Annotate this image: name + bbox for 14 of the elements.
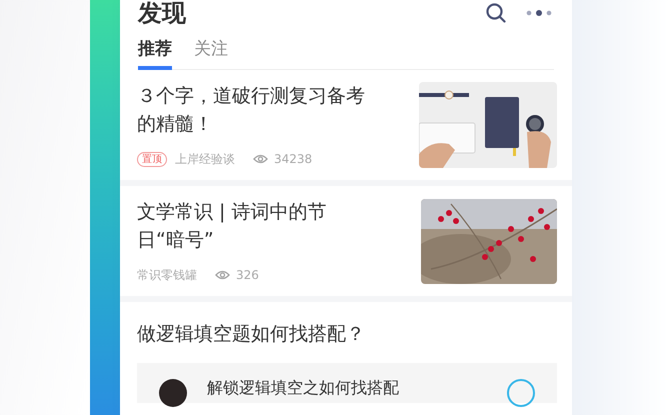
article-title[interactable]: 文学常识 | 诗词中的节日“暗号” [137, 198, 342, 254]
eye-icon [215, 270, 230, 280]
question-title[interactable]: 做逻辑填空题如何找搭配？ [137, 320, 557, 348]
view-count: 34238 [274, 151, 312, 168]
answer-title: 解锁逻辑填空之如何找搭配 [207, 379, 400, 397]
pinned-badge: 置顶 [137, 152, 167, 166]
view-count: 326 [236, 267, 259, 284]
avatar [159, 379, 187, 407]
search-icon[interactable] [486, 3, 506, 23]
tab[interactable]: 推荐 [138, 38, 172, 70]
more-icon[interactable] [526, 9, 552, 17]
page-title: 发现 [138, 1, 186, 25]
eye-icon [253, 154, 268, 164]
article-title[interactable]: ３个字，道破行测复习备考的精髓！ [137, 82, 373, 138]
